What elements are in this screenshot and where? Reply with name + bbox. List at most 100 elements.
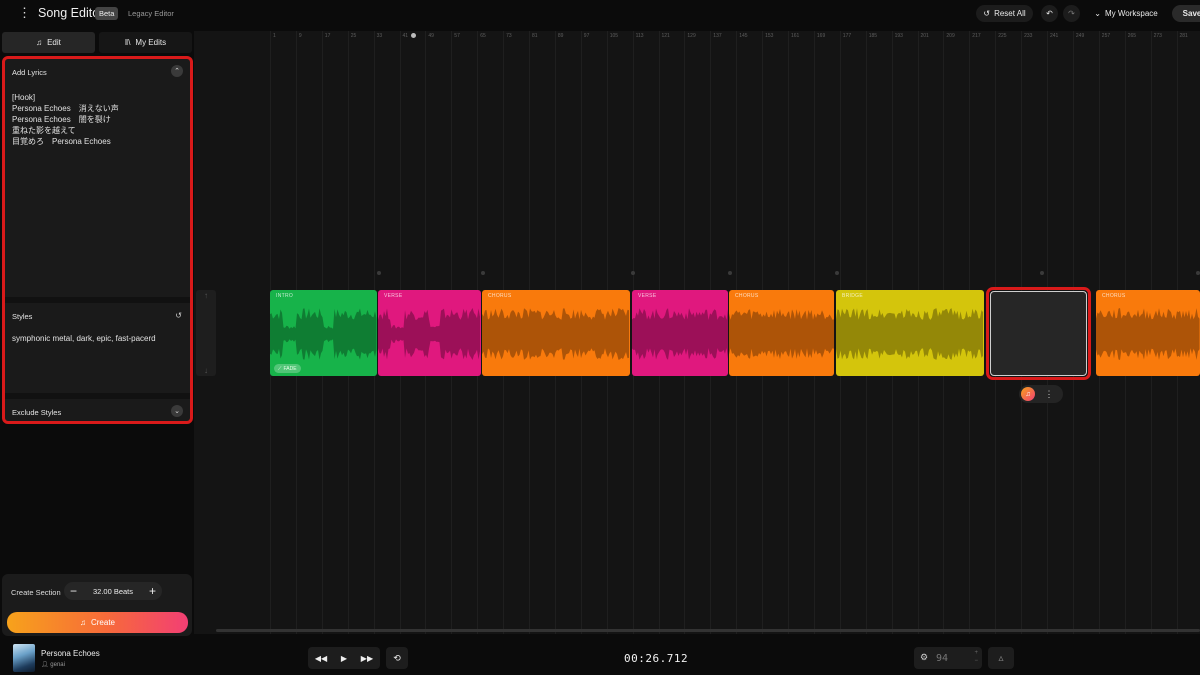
section-label: BRIDGE: [842, 293, 863, 299]
loop-button[interactable]: ⟲: [386, 647, 408, 669]
tab-edit[interactable]: ♫ Edit: [2, 32, 95, 53]
generate-music-icon[interactable]: ♫: [1021, 387, 1035, 401]
tempo-value[interactable]: 94: [936, 653, 948, 664]
waveform: [378, 308, 480, 360]
lyrics-line: Persona Echoes 消えない声: [12, 104, 119, 113]
fast-forward-icon[interactable]: ▶▶: [361, 654, 373, 663]
workspace-label: My Workspace: [1104, 9, 1158, 18]
rewind-icon[interactable]: ◀◀: [315, 654, 327, 663]
workspace-dropdown[interactable]: ⌄ My Workspace: [1087, 5, 1165, 22]
lyrics-line: [Hook]: [12, 93, 36, 102]
undo-button[interactable]: ↶: [1041, 5, 1058, 22]
legacy-editor-link[interactable]: Legacy Editor: [128, 9, 174, 18]
metronome-button[interactable]: ▵: [988, 647, 1014, 669]
horizontal-scrollbar[interactable]: [216, 629, 1200, 632]
chevron-up-icon[interactable]: ⌃: [171, 65, 183, 77]
library-icon: ‖\: [124, 38, 131, 47]
section-label: CHORUS: [488, 293, 512, 299]
section-block[interactable]: CHORUS: [482, 290, 630, 376]
timeline[interactable]: 1 9 17 25 33 41 49 57 65 73 81 89 97 105 113 121 129 137 1…: [194, 31, 1200, 634]
ruler-tick-label: 65: [480, 33, 486, 39]
section-boundary-dot[interactable]: [728, 271, 732, 275]
section-block[interactable]: CHORUS: [729, 290, 834, 376]
track-artist[interactable]: 👤︎ genai: [41, 661, 65, 668]
lyrics-textarea[interactable]: [Hook] Persona Echoes 消えない声 Persona Echo…: [5, 85, 190, 297]
minus-icon[interactable]: −: [974, 657, 978, 665]
beats-stepper: − 32.00 Beats +: [64, 582, 162, 600]
exclude-styles-header[interactable]: Exclude Styles ⌄: [5, 399, 190, 421]
ruler-tick-label: 225: [998, 33, 1007, 39]
tab-my-edits[interactable]: ‖\ My Edits: [99, 32, 192, 53]
lyrics-header[interactable]: Add Lyrics ⌃: [5, 59, 190, 84]
section-boundary-dot[interactable]: [377, 271, 381, 275]
section-block[interactable]: INTRO ⟋ FADE: [270, 290, 377, 376]
waveform: [1096, 308, 1200, 360]
ruler-tick-label: 241: [1050, 33, 1059, 39]
ruler-tick-label: 81: [532, 33, 538, 39]
ruler-tick-label: 185: [868, 33, 878, 39]
tempo-stepper[interactable]: + −: [974, 649, 978, 665]
ruler-tick-label: 193: [894, 33, 903, 39]
playhead-marker[interactable]: [411, 33, 416, 38]
section-boundary-dot[interactable]: [631, 271, 635, 275]
beta-badge: Beta: [95, 7, 119, 20]
track-artist-name: genai: [50, 662, 65, 668]
section-boundary-dot[interactable]: [1196, 271, 1200, 275]
plus-icon[interactable]: +: [149, 584, 156, 598]
reset-all-button[interactable]: ↺ Reset All: [976, 5, 1033, 22]
redo-icon: ↷: [1068, 9, 1075, 18]
create-button[interactable]: ♫ Create: [7, 612, 188, 633]
create-button-label: Create: [90, 618, 115, 627]
lyrics-line: 目覚めろ Persona Echoes: [12, 137, 111, 146]
section-boundary-dot[interactable]: [481, 271, 485, 275]
music-note-icon: ♫: [79, 618, 86, 627]
ruler-tick-label: 161: [791, 33, 800, 39]
waveform: [729, 309, 834, 359]
track-cover-art[interactable]: [13, 644, 35, 672]
section-block[interactable]: BRIDGE: [836, 290, 984, 376]
time-readout: 00:26.712: [624, 652, 689, 665]
fade-label: FADE: [283, 365, 297, 372]
plus-icon[interactable]: +: [974, 649, 978, 657]
beat-ruler[interactable]: 1 9 17 25 33 41 49 57 65 73 81 89 97 105 113 121 129 137 1…: [194, 31, 1200, 43]
more-vertical-icon[interactable]: ⋮: [18, 5, 31, 21]
player-bar: Persona Echoes 👤︎ genai ◀◀ ▶ ▶▶ ⟲ 00:26.…: [0, 638, 1200, 675]
loop-icon: ⟲: [393, 652, 401, 663]
ruler-tick-label: 169: [816, 33, 826, 39]
section-boundary-dot[interactable]: [835, 271, 839, 275]
empty-section-block[interactable]: [990, 291, 1087, 376]
fade-toggle[interactable]: ⟋ FADE: [274, 364, 301, 373]
section-block[interactable]: VERSE: [378, 290, 481, 376]
ruler-tick-label: 177: [842, 33, 852, 39]
minus-icon[interactable]: −: [70, 584, 77, 598]
section-block[interactable]: VERSE: [632, 290, 728, 376]
section-label: VERSE: [384, 293, 403, 299]
ruler-tick-label: 129: [687, 33, 696, 39]
arrow-up-icon: ↑: [204, 291, 208, 300]
save-button[interactable]: Save: [1172, 5, 1200, 22]
waveform: [836, 308, 983, 360]
lyrics-heading: Add Lyrics: [12, 68, 47, 77]
track-scroll-handle[interactable]: ↑ ↓: [196, 290, 216, 376]
redo-button[interactable]: ↷: [1063, 5, 1080, 22]
more-vertical-icon[interactable]: ⋮: [1042, 387, 1056, 401]
music-note-icon: ♫: [36, 38, 43, 47]
section-editor-panel: Add Lyrics ⌃ [Hook] Persona Echoes 消えない声…: [2, 56, 193, 424]
reset-styles-icon[interactable]: ↺: [175, 311, 182, 320]
chevron-down-icon[interactable]: ⌄: [171, 405, 183, 417]
tempo-control[interactable]: ⚙ 94 + −: [914, 647, 982, 669]
lyrics-line: Persona Echoes 闇を裂け: [12, 115, 111, 124]
ruler-tick-label: 217: [972, 33, 981, 39]
section-block[interactable]: CHORUS: [1096, 290, 1200, 376]
ruler-tick-label: 209: [946, 33, 955, 39]
section-boundary-dot[interactable]: [1040, 271, 1044, 275]
beats-value: 32.00 Beats: [92, 586, 134, 596]
track-title[interactable]: Persona Echoes: [41, 649, 100, 658]
ruler-tick-label: 201: [920, 33, 929, 39]
app-title: Song Editor: [38, 6, 104, 20]
styles-input[interactable]: symphonic metal, dark, epic, fast-pacerd: [5, 328, 190, 392]
play-icon[interactable]: ▶: [341, 654, 347, 663]
gear-icon[interactable]: ⚙: [920, 652, 928, 663]
styles-heading: Styles: [12, 312, 33, 321]
waveform: [270, 308, 377, 360]
